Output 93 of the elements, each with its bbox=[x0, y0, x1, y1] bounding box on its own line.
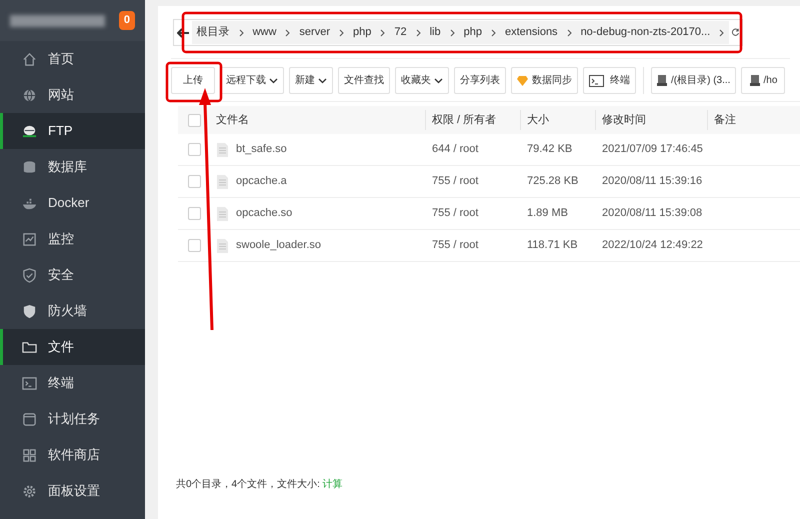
table-cell-text: 725.28 KB bbox=[527, 174, 578, 190]
file-name-link[interactable]: bt_safe.so bbox=[236, 141, 287, 158]
highlight-box bbox=[166, 62, 222, 102]
column-header[interactable]: 权限 / 所有者 bbox=[432, 112, 496, 128]
grid-icon bbox=[22, 448, 37, 462]
table-cell-text: 1.89 MB bbox=[527, 206, 568, 222]
row-checkbox[interactable] bbox=[188, 239, 200, 252]
file-summary: 共0个目录，4个文件，文件大小: 计算 bbox=[176, 478, 344, 492]
monitor-icon bbox=[22, 232, 37, 246]
breadcrumb-link[interactable]: php bbox=[352, 24, 372, 41]
home-icon bbox=[22, 52, 37, 66]
column-header[interactable]: 大小 bbox=[527, 112, 549, 128]
sidebar-item[interactable]: 文件 bbox=[0, 329, 145, 365]
sidebar-item[interactable]: 防火墙 bbox=[0, 293, 145, 329]
select-all-checkbox[interactable] bbox=[188, 114, 200, 126]
chevron-right-icon bbox=[338, 28, 344, 36]
sidebar-item[interactable]: 首页 bbox=[0, 41, 145, 77]
table-cell-text: 644 / root bbox=[432, 142, 478, 158]
disk-button[interactable]: /(根目录) (3... bbox=[651, 67, 736, 94]
database-icon bbox=[22, 160, 37, 174]
file-icon bbox=[217, 142, 228, 156]
diamond-icon bbox=[517, 76, 528, 86]
terminal-icon bbox=[589, 74, 604, 86]
file-name-link[interactable]: opcache.a bbox=[236, 173, 287, 190]
table-cell-text: 118.71 KB bbox=[527, 238, 578, 254]
table-cell-text: 755 / root bbox=[432, 174, 478, 190]
row-checkbox[interactable] bbox=[188, 143, 200, 156]
breadcrumb-link[interactable]: extensions bbox=[504, 24, 558, 41]
table-cell-text: 2020/08/11 15:39:08 bbox=[602, 206, 702, 222]
terminal-icon bbox=[22, 376, 37, 390]
column-header[interactable]: 文件名 bbox=[216, 112, 249, 128]
chevron-right-icon bbox=[285, 28, 290, 36]
chevron-right-icon bbox=[566, 28, 572, 36]
chevron-right-icon bbox=[450, 28, 455, 36]
refresh-icon[interactable] bbox=[731, 26, 740, 39]
table-cell-text: 2020/08/11 15:39:16 bbox=[602, 174, 702, 190]
sidebar-item[interactable]: FTP bbox=[0, 113, 145, 149]
shield-icon bbox=[22, 304, 37, 318]
shield-icon bbox=[22, 268, 37, 282]
back-arrow-icon bbox=[176, 28, 189, 38]
chevron-right-icon bbox=[416, 28, 421, 36]
globe-icon bbox=[22, 88, 37, 102]
chevron-right-icon bbox=[238, 28, 244, 36]
toolbar-button[interactable]: 远程下载 bbox=[220, 67, 284, 94]
sidebar-item[interactable]: 软件商店 bbox=[0, 437, 145, 473]
chevron-right-icon bbox=[490, 28, 496, 36]
disk-button[interactable]: /ho bbox=[741, 67, 786, 94]
breadcrumb-link[interactable]: www bbox=[252, 24, 276, 41]
caret-down-icon bbox=[434, 78, 443, 84]
file-icon bbox=[217, 206, 228, 220]
row-checkbox[interactable] bbox=[188, 207, 200, 220]
toolbar-button[interactable]: 终端 bbox=[583, 67, 636, 94]
toolbar-button[interactable]: 数据同步 bbox=[511, 67, 578, 94]
settings-icon bbox=[22, 484, 37, 498]
chevron-right-icon[interactable] bbox=[719, 28, 724, 36]
table-cell-text: 755 / root bbox=[432, 238, 478, 254]
breadcrumb-link[interactable]: php bbox=[464, 24, 482, 41]
toolbar-button[interactable]: 分享列表 bbox=[454, 67, 506, 94]
toolbar-button[interactable]: 文件查找 bbox=[338, 67, 390, 94]
folder-icon bbox=[22, 340, 37, 354]
chevron-right-icon bbox=[380, 28, 386, 36]
table-cell-text: 2021/07/09 17:46:45 bbox=[602, 142, 703, 158]
calendar-icon bbox=[22, 412, 37, 426]
file-icon bbox=[217, 174, 228, 188]
breadcrumb-link[interactable]: 72 bbox=[394, 24, 407, 41]
sidebar-item[interactable]: 终端 bbox=[0, 365, 145, 401]
sidebar-item[interactable]: 数据库 bbox=[0, 149, 145, 185]
caret-down-icon bbox=[318, 78, 327, 84]
sidebar-item[interactable]: 网站 bbox=[0, 77, 145, 113]
server-icon bbox=[22, 124, 37, 138]
sidebar-item[interactable]: 面板设置 bbox=[0, 473, 145, 509]
table-cell-text: 79.42 KB bbox=[527, 142, 572, 158]
column-header[interactable]: 修改时间 bbox=[602, 112, 646, 128]
table-cell-text: 2022/10/24 12:49:22 bbox=[602, 238, 703, 254]
file-name-link[interactable]: opcache.so bbox=[236, 205, 292, 222]
breadcrumb-link[interactable]: no-debug-non-zts-20170... bbox=[580, 24, 710, 41]
file-name-link[interactable]: swoole_loader.so bbox=[236, 237, 322, 254]
sidebar-item[interactable]: 计划任务 bbox=[0, 401, 145, 437]
sidebar-item[interactable]: Docker bbox=[0, 185, 145, 221]
caret-down-icon bbox=[269, 78, 278, 84]
sidebar-item[interactable]: 安全 bbox=[0, 257, 145, 293]
file-icon bbox=[217, 238, 228, 252]
row-checkbox[interactable] bbox=[188, 175, 200, 188]
toolbar-button[interactable]: 上传 bbox=[171, 67, 215, 94]
breadcrumb-link[interactable]: 根目录 bbox=[196, 24, 230, 41]
toolbar-button[interactable]: 新建 bbox=[289, 67, 333, 94]
table-cell-text: 755 / root bbox=[432, 206, 478, 222]
breadcrumb-link[interactable]: lib bbox=[430, 24, 441, 41]
toolbar-button[interactable]: 收藏夹 bbox=[395, 67, 449, 94]
column-header[interactable]: 备注 bbox=[714, 112, 736, 128]
breadcrumb-link[interactable]: server bbox=[299, 24, 330, 41]
sidebar-item[interactable]: 监控 bbox=[0, 221, 145, 257]
notification-badge: 0 bbox=[118, 11, 135, 30]
